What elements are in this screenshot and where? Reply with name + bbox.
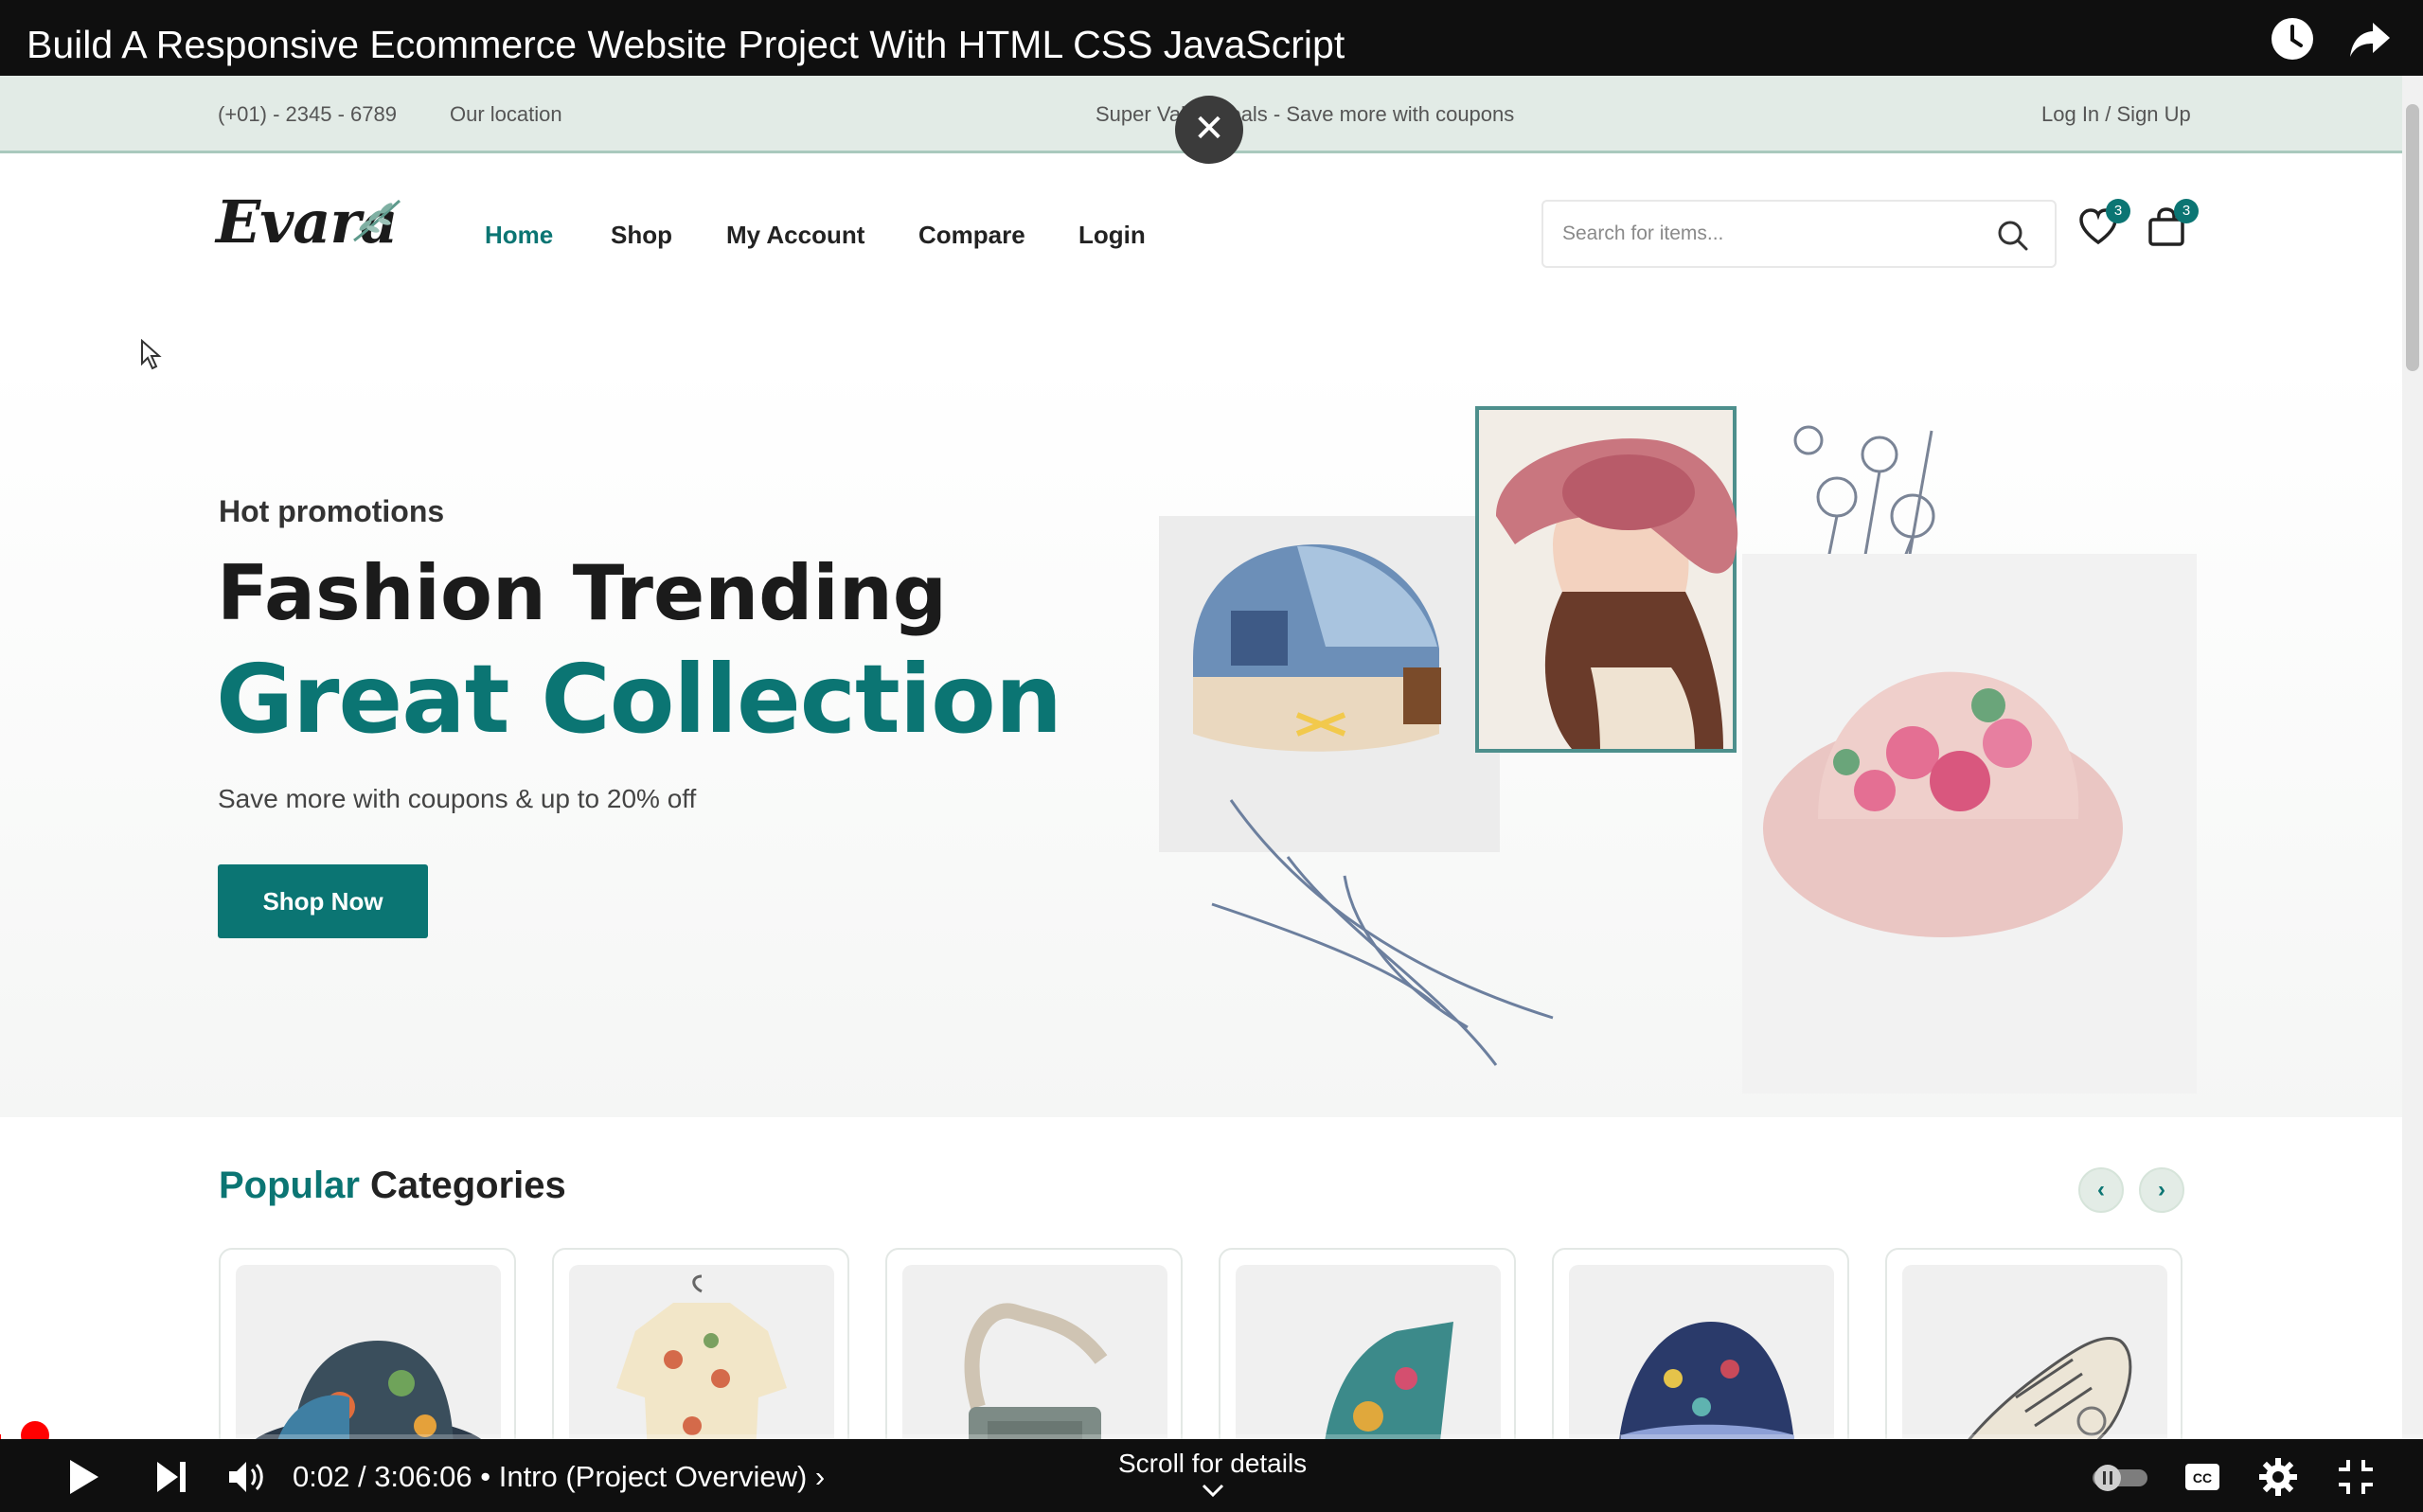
carousel-prev-button[interactable]: ‹ (2078, 1167, 2124, 1213)
category-card-bucket-hat[interactable] (219, 1248, 516, 1439)
share-icon[interactable] (2348, 17, 2392, 61)
logo-leaf-icon (353, 199, 401, 242)
phone-number: (+01) - 2345 - 6789 (218, 102, 397, 126)
category-card-beanie[interactable] (1552, 1248, 1849, 1439)
clock-icon[interactable] (2271, 17, 2314, 61)
nav-login[interactable]: Login (1078, 221, 1146, 250)
scroll-for-details[interactable]: Scroll for details (1118, 1449, 1307, 1479)
page-scrollbar-thumb[interactable] (2406, 104, 2419, 371)
login-signup-link[interactable]: Log In / Sign Up (2041, 102, 2191, 127)
category-card-shirt[interactable] (552, 1248, 849, 1439)
nav-shop[interactable]: Shop (611, 221, 672, 250)
chapter-title[interactable]: Intro (Project Overview) (499, 1460, 808, 1493)
chapter-chevron-icon[interactable]: › (815, 1460, 825, 1493)
promo-text: Super Value Deals - Save more with coupo… (1096, 102, 1515, 126)
cart-count-badge: 3 (2174, 199, 2199, 223)
settings-icon[interactable] (2257, 1456, 2299, 1498)
beanie-image (1619, 1322, 1794, 1439)
shop-now-button[interactable]: Shop Now (218, 864, 428, 938)
exit-fullscreen-icon[interactable] (2335, 1456, 2377, 1498)
category-card-bag[interactable] (885, 1248, 1183, 1439)
play-icon[interactable] (64, 1456, 102, 1498)
volume-icon[interactable] (225, 1456, 267, 1498)
autoplay-toggle-icon[interactable] (2091, 1456, 2149, 1498)
time-display: 0:02 / 3:06:06 • Intro (Project Overview… (293, 1460, 826, 1493)
wishlist-count-badge: 3 (2106, 199, 2130, 223)
cc-icon[interactable]: CC (2183, 1456, 2221, 1498)
cart-button[interactable]: 3 (2146, 199, 2199, 254)
wishlist-button[interactable]: 3 (2077, 199, 2130, 254)
hero-title-line2: Great Collection (216, 644, 1062, 755)
close-icon[interactable]: ✕ (1175, 96, 1243, 164)
search-input[interactable] (1560, 202, 1977, 266)
search-icon[interactable] (1996, 219, 2030, 253)
video-title-bar: Build A Responsive Ecommerce Website Pro… (0, 0, 2423, 76)
carousel-next-button[interactable]: › (2139, 1167, 2184, 1213)
section-title-rest: Categories (370, 1165, 566, 1206)
section-title: Popular Categories (219, 1165, 566, 1207)
location-link[interactable]: Our location (450, 102, 562, 127)
hero-image-collage (1159, 406, 2197, 1094)
sandal-image (1325, 1322, 1453, 1439)
nav-my-account[interactable]: My Account (726, 221, 864, 250)
nav-compare[interactable]: Compare (918, 221, 1025, 250)
chevron-right-icon: › (2158, 1177, 2165, 1202)
bag-image (964, 1303, 1108, 1439)
section-title-accent: Popular (219, 1165, 360, 1206)
sneaker-image (1968, 1336, 2132, 1439)
bucket-hat-image (255, 1341, 482, 1439)
chevron-down-icon[interactable] (1201, 1483, 1225, 1498)
woman-with-hat-image (1479, 410, 1738, 749)
search-box (1541, 200, 2057, 268)
chevron-left-icon: ‹ (2097, 1177, 2105, 1202)
shirt-image (616, 1274, 787, 1439)
video-title[interactable]: Build A Responsive Ecommerce Website Pro… (27, 23, 1345, 67)
hero-description: Save more with coupons & up to 20% off (218, 784, 697, 813)
time-current: 0:02 (293, 1460, 350, 1493)
hero-title-line1: Fashion Trending (217, 549, 948, 637)
nav-home[interactable]: Home (485, 221, 553, 250)
next-icon[interactable] (153, 1456, 189, 1498)
mouse-cursor-icon (141, 339, 162, 370)
ecommerce-page: (+01) - 2345 - 6789 Our location Super V… (0, 76, 2402, 1439)
category-card-sneaker[interactable] (1885, 1248, 2182, 1439)
hero-subtitle: Hot promotions (219, 494, 445, 528)
time-total: 3:06:06 (374, 1460, 472, 1493)
svg-text:CC: CC (2193, 1470, 2212, 1485)
category-card-sandal[interactable] (1219, 1248, 1516, 1439)
